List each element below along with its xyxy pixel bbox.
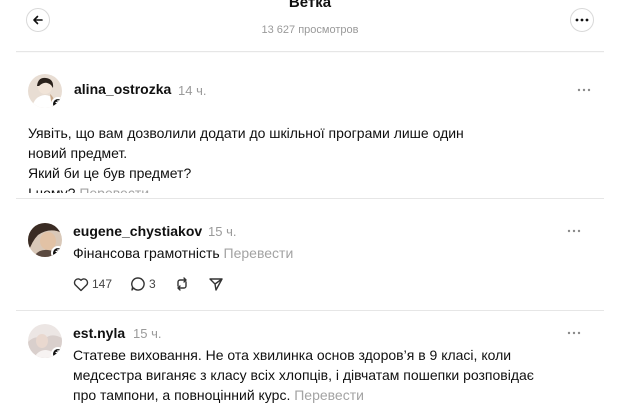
reply-line-last: про тампони, а повноцінний курс. Перевес… xyxy=(73,385,603,405)
translate-link[interactable]: Перевести xyxy=(224,245,294,261)
like-button[interactable]: 147 xyxy=(73,277,112,292)
reply-line: Статеве виховання. Не ота хвилинка основ… xyxy=(73,347,512,363)
follow-plus-icon[interactable]: + xyxy=(51,97,62,108)
reply-line: про тампони, а повноцінний курс. xyxy=(73,387,291,403)
post-time: 14 ч. xyxy=(178,83,207,98)
post-line-last: І чому? Перевести xyxy=(28,183,588,193)
post-line: новий предмет. xyxy=(28,145,128,161)
translate-link[interactable]: Перевести xyxy=(79,185,149,193)
main-post: + alina_ostrozka 14 ч. Уявіть, що вам до… xyxy=(16,52,604,193)
reply-actions: 147 3 xyxy=(73,276,242,292)
share-icon xyxy=(209,278,223,291)
avatar[interactable]: + xyxy=(28,74,62,108)
reply-text: Фінансова грамотність Перевести xyxy=(73,243,293,263)
post-username[interactable]: alina_ostrozka xyxy=(74,81,171,97)
reply-body: Фінансова грамотність xyxy=(73,245,220,261)
reply-time: 15 ч. xyxy=(208,224,237,239)
reply-text: Статеве виховання. Не ота хвилинка основ… xyxy=(73,345,603,405)
repost-icon xyxy=(177,277,187,291)
page-title: Ветка xyxy=(288,0,332,11)
comment-button[interactable]: 3 xyxy=(130,276,156,292)
like-count: 147 xyxy=(92,277,113,291)
post-line: І чому? xyxy=(28,185,76,193)
more-icon xyxy=(567,331,581,335)
follow-plus-icon[interactable]: + xyxy=(51,246,62,257)
follow-plus-icon[interactable]: + xyxy=(51,347,62,358)
more-icon xyxy=(575,18,589,22)
avatar[interactable]: + xyxy=(28,223,62,257)
reply-username[interactable]: eugene_chystiakov xyxy=(73,223,202,239)
post-text: Уявіть, що вам дозволили додати до шкіль… xyxy=(28,123,588,193)
header-more-button[interactable] xyxy=(570,8,594,32)
more-icon xyxy=(577,88,591,92)
heart-icon xyxy=(73,277,89,291)
divider xyxy=(16,310,604,311)
post-line: Уявіть, що вам дозволили додати до шкіль… xyxy=(28,125,464,141)
reply-line: медсестра виганяє з класу всіх хлопців, … xyxy=(73,367,534,383)
divider xyxy=(16,198,604,199)
translate-link[interactable]: Перевести xyxy=(294,387,364,403)
view-count: 13 627 просмотров xyxy=(261,24,359,36)
avatar[interactable]: + xyxy=(28,324,62,358)
thread-header: Ветка 13 627 просмотров xyxy=(16,0,604,52)
reply-more-button[interactable] xyxy=(567,220,581,236)
post-more-button[interactable] xyxy=(577,79,591,95)
more-icon xyxy=(567,229,581,233)
reply-time: 15 ч. xyxy=(133,326,162,341)
reply-more-button[interactable] xyxy=(567,322,581,338)
post-line: Який би це був предмет? xyxy=(28,165,192,181)
repost-button[interactable] xyxy=(174,276,190,292)
comment-count: 3 xyxy=(149,277,156,291)
reply-username[interactable]: est.nyla xyxy=(73,325,125,341)
share-button[interactable] xyxy=(208,276,224,292)
comment-icon xyxy=(131,277,145,291)
